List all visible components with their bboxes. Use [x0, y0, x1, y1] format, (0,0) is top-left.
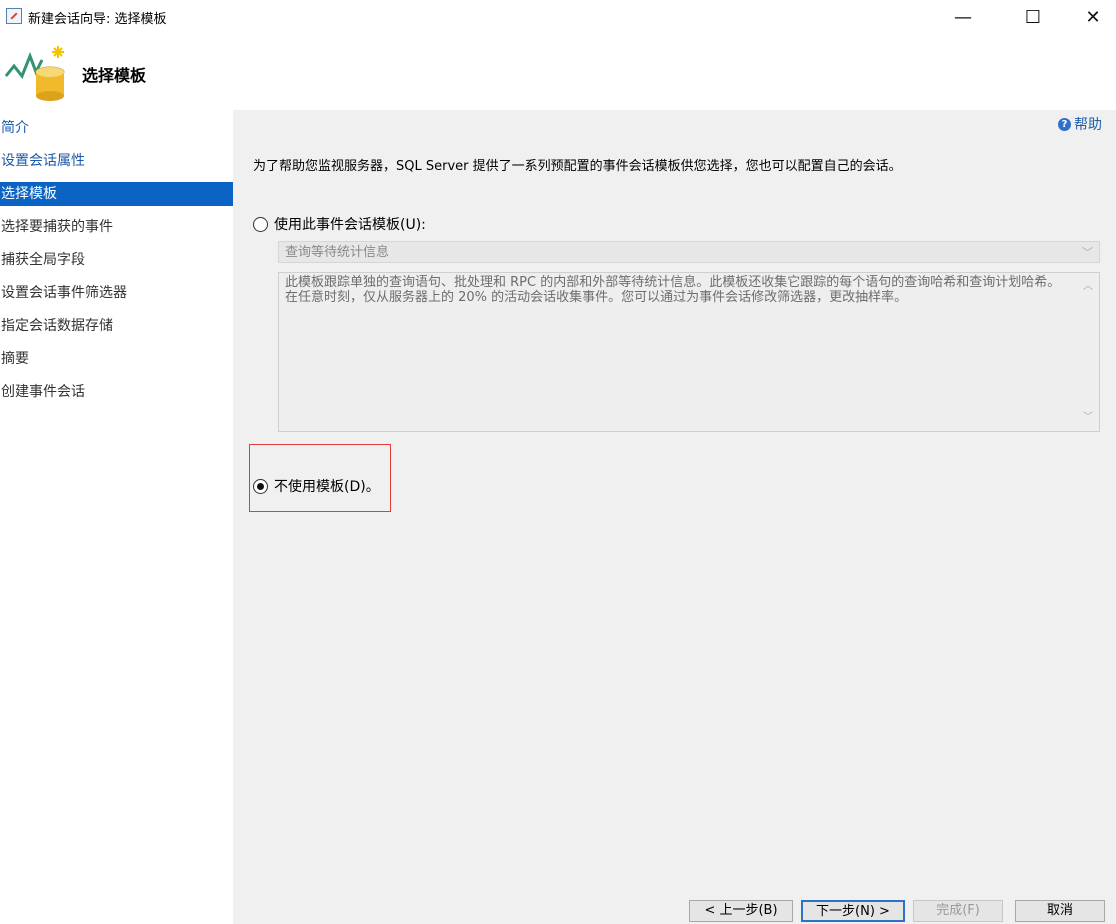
no-template-label: 不使用模板(D)。	[274, 479, 380, 495]
minimize-button[interactable]: —	[940, 0, 986, 34]
nav-item-label: 设置会话属性	[1, 153, 85, 169]
button-bar: < 上一步(B) 下一步(N) > 完成(F) 取消	[233, 896, 1116, 924]
template-description-text: 此模板跟踪单独的查询语句、批处理和 RPC 的内部和外部等待统计信息。此模板还收…	[285, 275, 1061, 305]
maximize-icon: ☐	[1024, 6, 1042, 28]
app-icon	[6, 8, 22, 24]
nav-item-label: 指定会话数据存储	[1, 318, 113, 334]
nav-item-event-filters: 设置会话事件筛选器	[0, 281, 233, 305]
help-link[interactable]: ? 帮助	[1058, 114, 1102, 134]
wizard-header: 选择模板	[0, 34, 1116, 110]
finish-button[interactable]: 完成(F)	[913, 900, 1003, 922]
nav-item-summary: 摘要	[0, 347, 233, 371]
template-select-value: 查询等待统计信息	[285, 245, 390, 260]
cancel-button[interactable]: 取消	[1015, 900, 1105, 922]
nav-item-global-fields: 捕获全局字段	[0, 248, 233, 272]
no-template-radio[interactable]	[253, 478, 268, 494]
window-title: 新建会话向导: 选择模板	[28, 12, 167, 27]
help-label: 帮助	[1074, 117, 1102, 133]
nav-item-data-storage: 指定会话数据存储	[0, 314, 233, 338]
nav-item-label: 摘要	[1, 351, 29, 367]
nav-item-label: 简介	[1, 120, 29, 136]
wizard-chart-database-icon	[4, 46, 65, 101]
nav-item-intro[interactable]: 简介	[0, 116, 233, 140]
title-bar: 新建会话向导: 选择模板 — ☐ ✕	[0, 0, 1116, 34]
scroll-up-icon: ︿	[1083, 281, 1093, 292]
page-title: 选择模板	[82, 66, 147, 85]
nav-item-select-events: 选择要捕获的事件	[0, 215, 233, 239]
close-button[interactable]: ✕	[1070, 0, 1116, 34]
intro-text: 为了帮助您监视服务器，SQL Server 提供了一系列预配置的事件会话模板供您…	[253, 159, 902, 174]
use-template-label: 使用此事件会话模板(U):	[274, 217, 426, 233]
minimize-icon: —	[954, 6, 972, 28]
wizard-nav: 简介 设置会话属性 选择模板 选择要捕获的事件 捕获全局字段 设置会话事件筛选器…	[0, 110, 233, 924]
nav-item-label: 设置会话事件筛选器	[1, 285, 127, 301]
template-select: 查询等待统计信息 ﹀	[278, 241, 1100, 263]
scroll-down-icon: ﹀	[1083, 412, 1093, 423]
back-button[interactable]: < 上一步(B)	[689, 900, 793, 922]
nav-item-session-properties[interactable]: 设置会话属性	[0, 149, 233, 173]
template-description: 此模板跟踪单独的查询语句、批处理和 RPC 的内部和外部等待统计信息。此模板还收…	[278, 272, 1100, 432]
nav-item-label: 捕获全局字段	[1, 252, 85, 268]
nav-item-select-template[interactable]: 选择模板	[0, 182, 233, 206]
chevron-down-icon: ﹀	[1082, 246, 1093, 259]
next-button[interactable]: 下一步(N) >	[801, 900, 905, 922]
close-icon: ✕	[1085, 6, 1101, 28]
wizard-content: ? 帮助 为了帮助您监视服务器，SQL Server 提供了一系列预配置的事件会…	[233, 110, 1116, 896]
nav-item-label: 选择模板	[1, 186, 57, 202]
use-template-radio[interactable]	[253, 216, 268, 232]
nav-item-create-session: 创建事件会话	[0, 380, 233, 404]
nav-item-label: 选择要捕获的事件	[1, 219, 113, 235]
help-icon: ?	[1058, 117, 1071, 131]
maximize-button[interactable]: ☐	[1010, 0, 1056, 34]
no-template-option[interactable]: 不使用模板(D)。	[253, 476, 380, 496]
use-template-option[interactable]: 使用此事件会话模板(U):	[253, 214, 426, 234]
nav-item-label: 创建事件会话	[1, 384, 85, 400]
